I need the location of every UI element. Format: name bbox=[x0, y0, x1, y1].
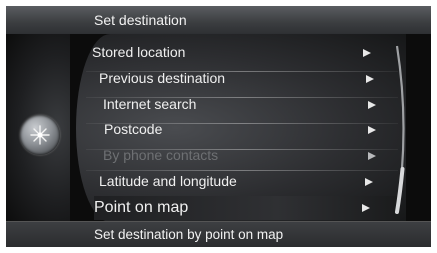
menu-item-label: Latitude and longitude bbox=[99, 173, 237, 189]
status-bar: Set destination by point on map bbox=[6, 221, 431, 247]
menu-item-label: Previous destination bbox=[99, 70, 226, 86]
arrow-right-icon bbox=[368, 126, 376, 134]
scrollbar[interactable] bbox=[394, 44, 414, 214]
divider bbox=[86, 170, 398, 171]
navigation-screen: Set destination Stored location Previous… bbox=[6, 6, 431, 247]
arrow-right-icon bbox=[368, 152, 376, 160]
status-text: Set destination by point on map bbox=[94, 227, 284, 242]
arrow-right-icon bbox=[365, 178, 373, 186]
navigation-knob-icon[interactable] bbox=[20, 115, 60, 155]
menu-item-label: Stored location bbox=[92, 44, 186, 60]
menu-item-label: Point on map bbox=[94, 199, 189, 216]
menu-item-label: Postcode bbox=[104, 121, 163, 137]
scroll-thumb bbox=[395, 167, 405, 214]
menu-item-label: By phone contacts bbox=[103, 147, 219, 163]
header-bar: Set destination bbox=[6, 6, 431, 34]
menu-item-label: Internet search bbox=[103, 96, 197, 112]
arrow-right-icon bbox=[368, 101, 376, 109]
left-panel bbox=[6, 34, 70, 222]
menu-item-point-on-map[interactable]: Point on map bbox=[94, 196, 400, 220]
arrow-right-icon bbox=[362, 204, 370, 212]
arrow-right-icon bbox=[363, 49, 371, 57]
page-title: Set destination bbox=[94, 12, 187, 28]
arrow-right-icon bbox=[366, 75, 374, 83]
